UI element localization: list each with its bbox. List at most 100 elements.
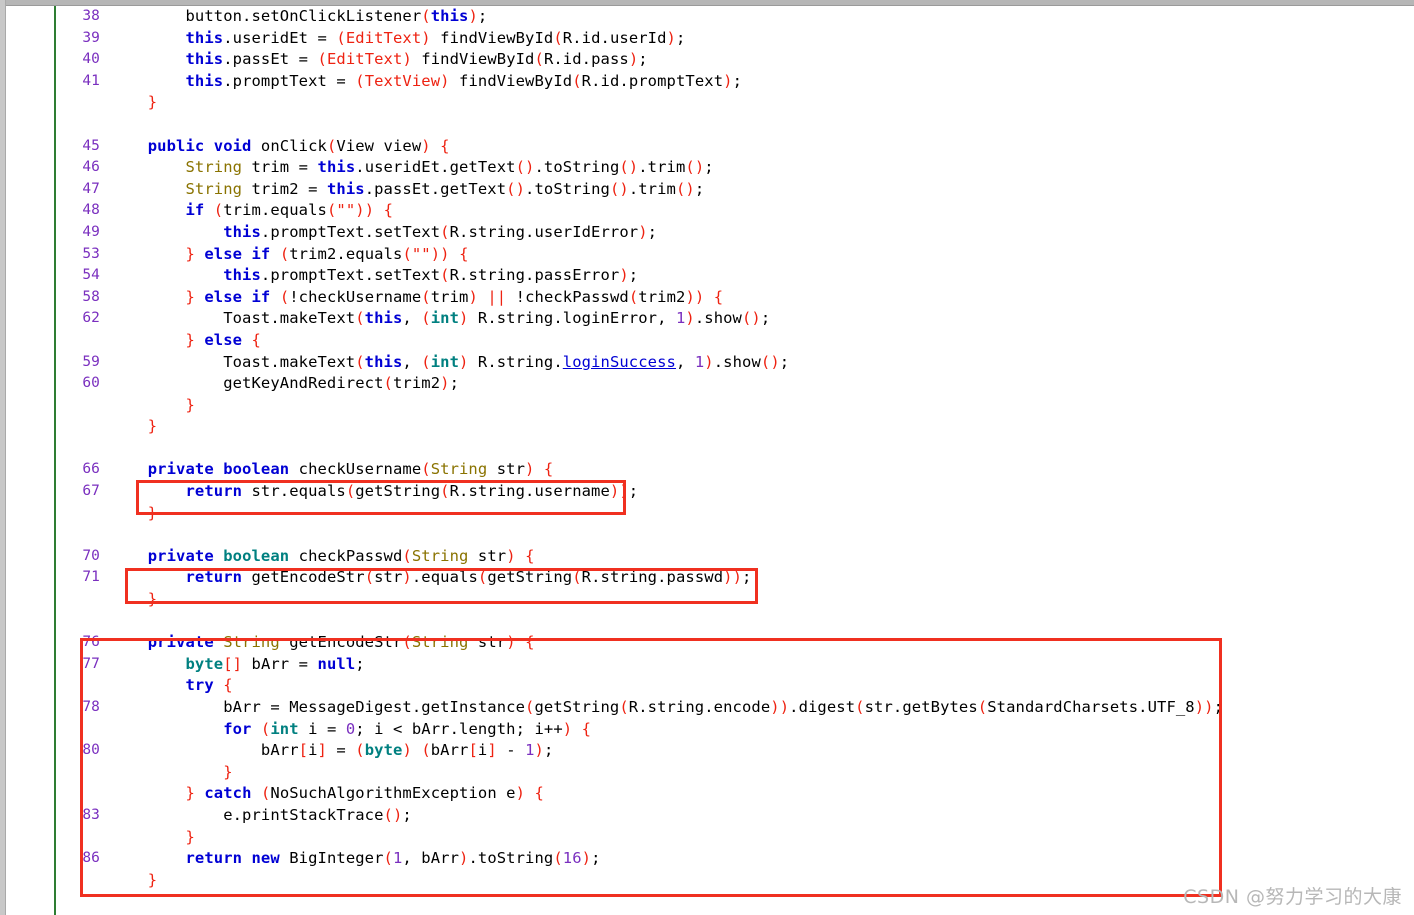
line-number: 80 bbox=[82, 742, 100, 759]
code-line[interactable]: } bbox=[58, 395, 1414, 417]
code-line[interactable]: 59 Toast.makeText(this, (int) R.string.l… bbox=[58, 352, 1414, 374]
code-line[interactable]: try { bbox=[58, 675, 1414, 697]
code-line[interactable]: 49 this.promptText.setText(R.string.user… bbox=[58, 222, 1414, 244]
code-line[interactable]: 38 button.setOnClickListener(this); bbox=[58, 6, 1414, 28]
code-token: checkPasswd bbox=[289, 546, 403, 565]
code-token: findViewById bbox=[449, 71, 573, 90]
code-token: , bArr bbox=[402, 849, 460, 868]
code-token: ( bbox=[355, 352, 365, 371]
code-line[interactable]: } bbox=[58, 503, 1414, 525]
code-line[interactable]: 41 this.promptText = (TextView) findView… bbox=[58, 71, 1414, 93]
code-line[interactable]: 60 getKeyAndRedirect(trim2); bbox=[58, 373, 1414, 395]
code-token: ) bbox=[402, 568, 412, 587]
code-token: ] bbox=[317, 741, 327, 760]
code-line[interactable]: 39 this.useridEt = (EditText) findViewBy… bbox=[58, 28, 1414, 50]
code-line[interactable]: } catch (NoSuchAlgorithmException e) { bbox=[58, 783, 1414, 805]
code-token: this bbox=[326, 179, 365, 198]
code-line[interactable] bbox=[58, 114, 1414, 136]
code-line[interactable]: 48 if (trim.equals("")) { bbox=[58, 200, 1414, 222]
code-line[interactable]: } bbox=[58, 827, 1414, 849]
code-token: StandardCharsets.UTF_8 bbox=[987, 698, 1195, 716]
code-token: 0 bbox=[345, 719, 356, 738]
code-line[interactable]: 45 public void onClick(View view) { bbox=[58, 136, 1414, 158]
code-line[interactable]: 80 bArr[i] = (byte) (bArr[i] - 1); bbox=[58, 740, 1414, 762]
line-number bbox=[58, 503, 100, 525]
code-line[interactable]: 66 private boolean checkUsername(String … bbox=[58, 459, 1414, 481]
code-line[interactable]: } else { bbox=[58, 330, 1414, 352]
code-token: Toast.makeText bbox=[223, 352, 356, 371]
code-line[interactable]: } bbox=[58, 92, 1414, 114]
code-line[interactable]: 40 this.passEt = (EditText) findViewById… bbox=[58, 49, 1414, 71]
code-line[interactable]: 70 private boolean checkPasswd(String st… bbox=[58, 546, 1414, 568]
line-number: 67 bbox=[82, 483, 100, 500]
code-token: ) bbox=[723, 71, 733, 90]
code-token: this bbox=[185, 50, 224, 69]
code-line[interactable] bbox=[58, 611, 1414, 633]
code-token: ( bbox=[326, 201, 337, 220]
code-token: .promptText = bbox=[223, 71, 356, 90]
code-token: { bbox=[223, 676, 233, 695]
code-line[interactable]: 62 Toast.makeText(this, (int) R.string.l… bbox=[58, 308, 1414, 330]
code-token: this bbox=[185, 71, 224, 90]
code-token: private bbox=[147, 633, 214, 652]
code-token: } bbox=[147, 503, 158, 522]
code-line[interactable] bbox=[58, 438, 1414, 460]
code-text: byte[] bArr = null; bbox=[110, 654, 365, 676]
code-token: ( bbox=[477, 568, 488, 587]
code-token: } bbox=[147, 417, 158, 436]
line-number: 45 bbox=[82, 137, 100, 154]
code-editor[interactable]: 38 button.setOnClickListener(this); 39 th… bbox=[6, 6, 1414, 915]
code-token: String bbox=[223, 633, 280, 652]
code-token: "" bbox=[336, 201, 356, 220]
code-line[interactable] bbox=[58, 524, 1414, 546]
code-line[interactable]: } bbox=[58, 589, 1414, 611]
code-token: ; bbox=[760, 309, 771, 328]
code-token: View view bbox=[336, 136, 422, 155]
code-line[interactable]: 54 this.promptText.setText(R.string.pass… bbox=[58, 265, 1414, 287]
code-line[interactable]: 76 private String getEncodeStr(String st… bbox=[58, 632, 1414, 654]
code-token: ( bbox=[260, 784, 271, 803]
code-token: .show bbox=[713, 352, 761, 371]
csdn-watermark: CSDN @努力学习的大康 bbox=[1183, 886, 1402, 908]
code-line[interactable]: 58 } else if (!checkUsername(trim) || !c… bbox=[58, 287, 1414, 309]
line-number bbox=[58, 827, 100, 849]
code-line[interactable]: 78 bArr = MessageDigest.getInstance(getS… bbox=[58, 697, 1414, 719]
code-token: ( bbox=[572, 71, 582, 90]
code-line[interactable]: 83 e.printStackTrace(); bbox=[58, 805, 1414, 827]
code-token: { bbox=[525, 633, 535, 652]
code-line[interactable]: for (int i = 0; i < bArr.length; i++) { bbox=[58, 719, 1414, 741]
code-line[interactable]: 67 return str.equals(getString(R.string.… bbox=[58, 481, 1414, 503]
code-line[interactable]: 86 return new BigInteger(1, bArr).toStri… bbox=[58, 848, 1414, 870]
code-token: String bbox=[185, 179, 243, 198]
code-token: [] bbox=[223, 654, 243, 673]
screenshot-root: 38 button.setOnClickListener(this); 39 th… bbox=[0, 0, 1414, 915]
code-token: ) bbox=[440, 71, 450, 90]
code-content-area[interactable]: 38 button.setOnClickListener(this); 39 th… bbox=[58, 6, 1414, 915]
code-token[interactable]: loginSuccess bbox=[563, 353, 676, 371]
code-token: getString bbox=[534, 698, 620, 716]
code-token: TextView bbox=[364, 71, 441, 90]
code-token: return bbox=[185, 482, 243, 501]
code-line[interactable]: 53 } else if (trim2.equals("")) { bbox=[58, 244, 1414, 266]
code-token: ; bbox=[628, 266, 639, 285]
code-line[interactable]: } bbox=[58, 762, 1414, 784]
code-token: ) bbox=[562, 719, 573, 738]
code-line[interactable]: 46 String trim = this.useridEt.getText()… bbox=[58, 157, 1414, 179]
code-token: R.id.pass bbox=[543, 50, 629, 69]
code-token: { bbox=[459, 244, 469, 263]
code-line[interactable]: 77 byte[] bArr = null; bbox=[58, 654, 1414, 676]
code-line[interactable]: 47 String trim2 = this.passEt.getText().… bbox=[58, 179, 1414, 201]
code-token: ( bbox=[553, 849, 563, 868]
code-token: byte bbox=[364, 741, 403, 760]
code-line[interactable]: 71 return getEncodeStr(str).equals(getSt… bbox=[58, 567, 1414, 589]
code-line[interactable]: } bbox=[58, 416, 1414, 438]
code-token: () bbox=[675, 179, 695, 198]
code-token: this bbox=[364, 352, 403, 371]
